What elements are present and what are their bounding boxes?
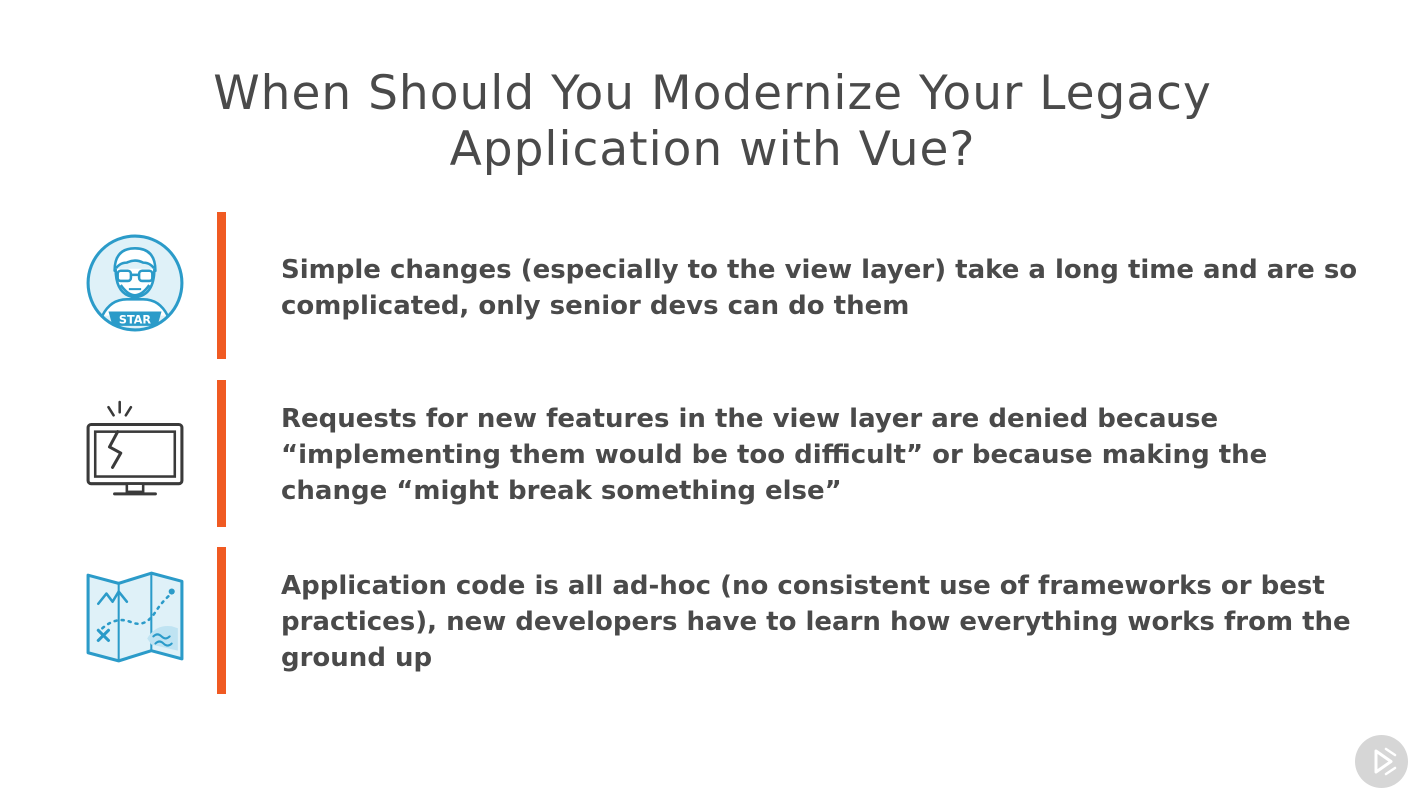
star-badge-label: STAR xyxy=(119,313,152,326)
play-icon xyxy=(1374,747,1397,776)
accent-bar xyxy=(217,547,226,694)
bullet-text: Application code is all ad-hoc (no consi… xyxy=(281,571,1351,673)
bullet-text: Requests for new features in the view la… xyxy=(281,404,1268,506)
broken-monitor-icon xyxy=(84,398,186,500)
slide-title-line-2: Application with Vue? xyxy=(449,122,976,177)
accent-bar xyxy=(217,212,226,359)
bullet-item-3: Application code is all ad-hoc (no consi… xyxy=(0,547,1425,694)
bullet-item-1: STAR Simple changes (especially to the v… xyxy=(0,212,1425,359)
bullet-item-2: Requests for new features in the view la… xyxy=(0,380,1425,527)
slide-title: When Should You Modernize Your Legacy Ap… xyxy=(0,66,1425,178)
play-button[interactable] xyxy=(1355,735,1408,788)
treasure-map-icon xyxy=(84,565,186,667)
slide-title-line-1: When Should You Modernize Your Legacy xyxy=(213,66,1212,121)
accent-bar xyxy=(217,380,226,527)
star-developer-avatar-icon: STAR xyxy=(84,232,186,334)
bullet-text: Simple changes (especially to the view l… xyxy=(281,255,1358,321)
